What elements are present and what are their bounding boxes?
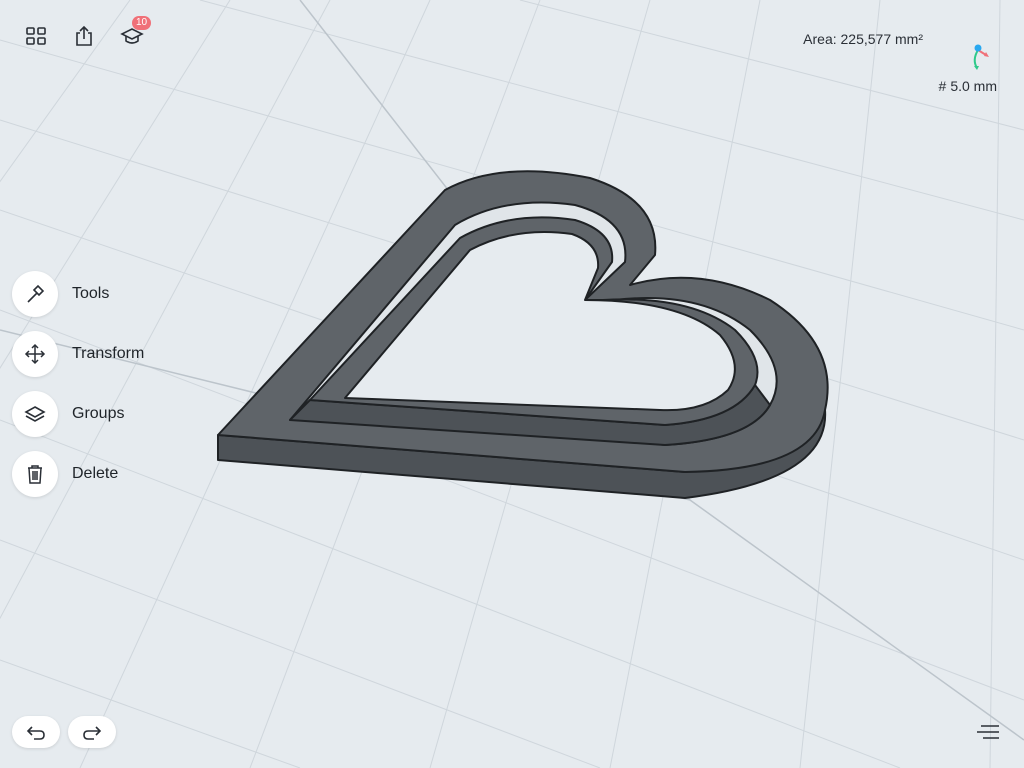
delete-button[interactable]: Delete <box>12 450 118 498</box>
heart-model[interactable] <box>217 170 829 499</box>
tools-button[interactable]: Tools <box>12 270 109 318</box>
groups-button[interactable]: Groups <box>12 390 124 438</box>
grid-icon <box>26 27 46 45</box>
layers-icon <box>24 406 46 422</box>
area-readout: Area: 225,577 mm² <box>803 31 923 47</box>
transform-label: Transform <box>72 345 145 362</box>
tools-label: Tools <box>72 285 110 302</box>
share-icon <box>76 25 92 46</box>
redo-button[interactable] <box>68 716 116 748</box>
undo-icon <box>26 726 45 740</box>
trash-icon <box>28 465 42 484</box>
menu-lines-icon <box>977 725 999 739</box>
delete-label: Delete <box>72 465 119 482</box>
menu-button[interactable] <box>974 722 1002 742</box>
gallery-button[interactable] <box>20 20 52 52</box>
share-button[interactable] <box>68 20 100 52</box>
undo-button[interactable] <box>12 716 60 748</box>
viewport-canvas[interactable] <box>0 0 1024 768</box>
grid-symbol: # <box>938 78 947 94</box>
redo-icon <box>83 726 102 740</box>
grid-size-value: 5.0 mm <box>950 78 997 94</box>
learn-button[interactable]: 10 <box>116 16 152 52</box>
grid-size-readout[interactable]: # 5.0 mm <box>939 78 997 94</box>
axis-gizmo-icon[interactable] <box>964 42 990 72</box>
hammer-icon <box>27 284 45 303</box>
learn-badge: 10 <box>132 16 152 30</box>
move-arrows-icon <box>24 343 46 365</box>
groups-label: Groups <box>72 405 125 422</box>
transform-button[interactable]: Transform <box>12 330 144 378</box>
